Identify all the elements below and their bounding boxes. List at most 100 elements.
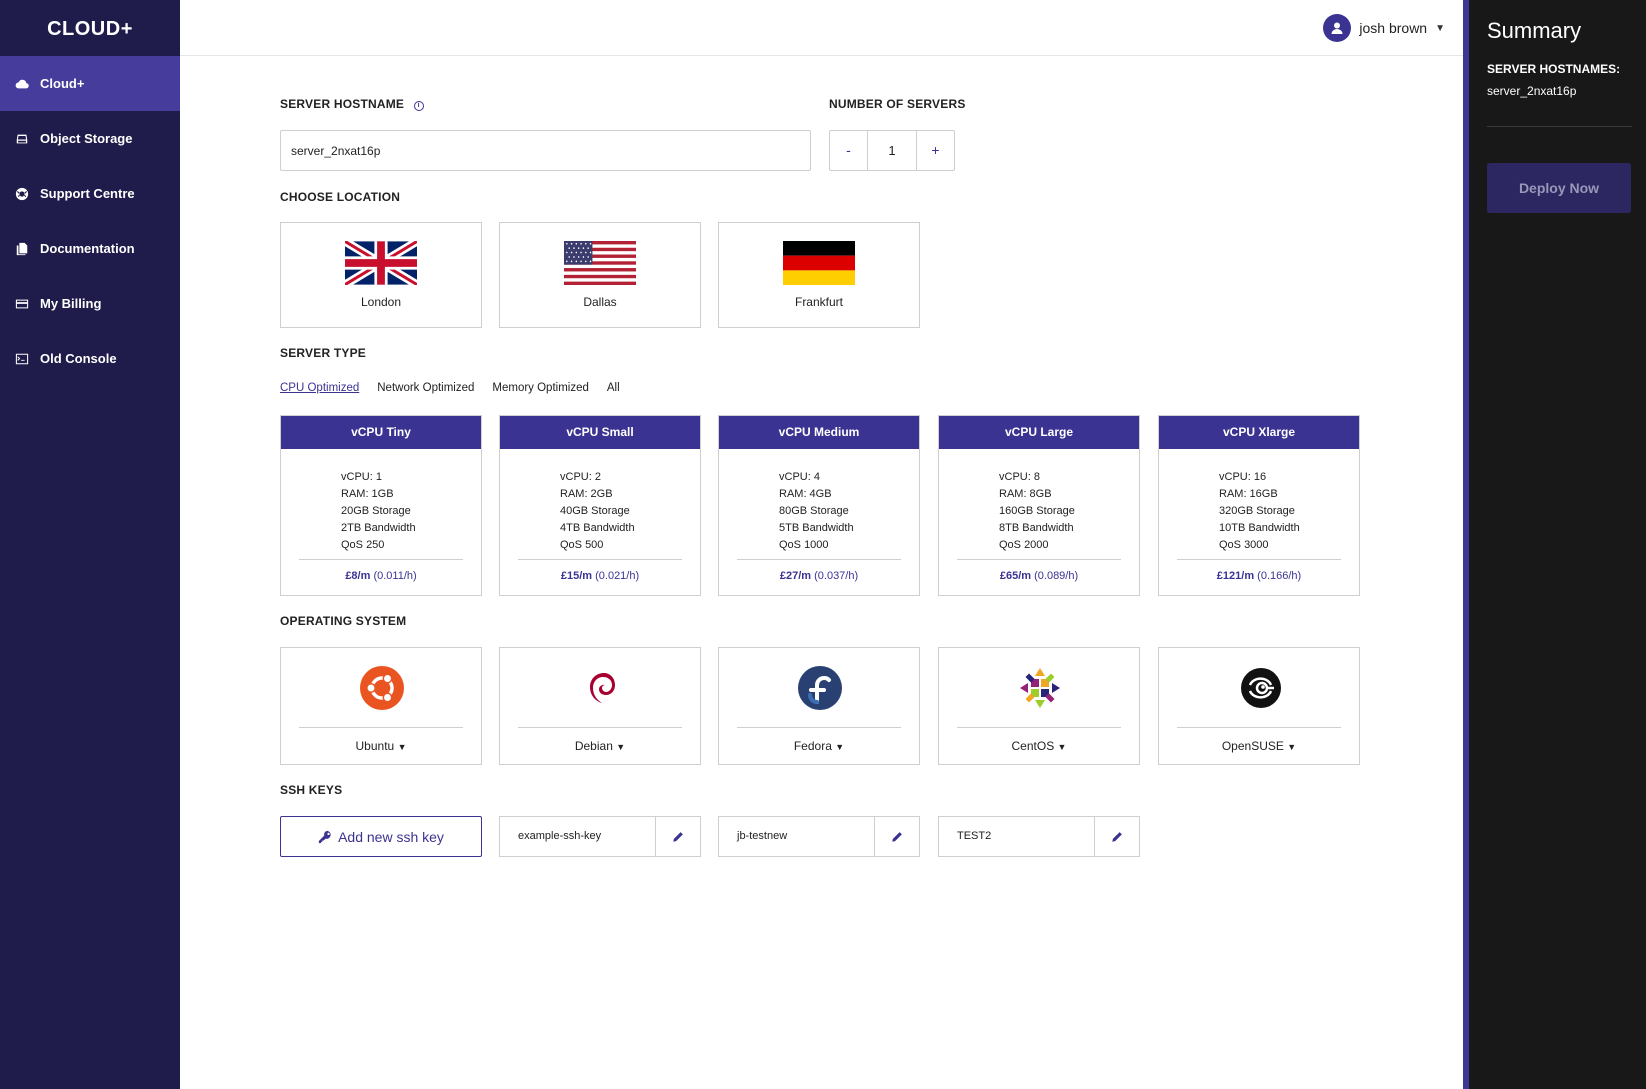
server-type-card-small[interactable]: vCPU Small vCPU: 2 RAM: 2GB 40GB Storage…	[499, 415, 701, 596]
key-icon	[318, 830, 331, 843]
edit-ssh-key-button[interactable]	[655, 817, 700, 856]
os-card-debian[interactable]: Debian ▼	[499, 647, 701, 765]
ssh-key-item[interactable]: TEST2	[938, 816, 1140, 857]
hostname-label-text: SERVER HOSTNAME	[280, 97, 405, 111]
divider	[737, 727, 901, 728]
sidebar-item-label: Documentation	[40, 241, 135, 256]
server-specs: vCPU: 4 RAM: 4GB 80GB Storage 5TB Bandwi…	[719, 449, 919, 554]
avatar	[1323, 14, 1352, 42]
server-type-name: vCPU Large	[939, 416, 1139, 449]
spec-line: 8TB Bandwidth	[999, 522, 1074, 534]
storage-icon	[12, 129, 32, 149]
price-hourly: (0.037/h)	[814, 570, 859, 582]
os-label: OPERATING SYSTEM	[280, 614, 407, 628]
sidebar-item-documentation[interactable]: Documentation	[0, 221, 180, 276]
spec-line: QoS 500	[560, 539, 604, 551]
info-icon[interactable]: i	[413, 101, 424, 111]
server-price: £27/m (0.037/h)	[719, 570, 919, 582]
user-icon	[1331, 22, 1343, 34]
os-card-opensuse[interactable]: OpenSUSE ▼	[1158, 647, 1360, 765]
location-card-frankfurt[interactable]: Frankfurt	[718, 222, 920, 328]
uk-flag-icon	[345, 241, 417, 285]
server-type-card-xlarge[interactable]: vCPU Xlarge vCPU: 16 RAM: 16GB 320GB Sto…	[1158, 415, 1360, 596]
server-type-card-large[interactable]: vCPU Large vCPU: 8 RAM: 8GB 160GB Storag…	[938, 415, 1140, 596]
os-selector[interactable]: Debian ▼	[500, 739, 700, 753]
credit-card-icon	[12, 294, 32, 314]
sidebar-item-cloud[interactable]: Cloud+	[0, 56, 180, 111]
divider	[518, 727, 682, 728]
lifebuoy-icon	[12, 184, 32, 204]
edit-ssh-key-button[interactable]	[1094, 817, 1139, 856]
os-selector[interactable]: Ubuntu ▼	[281, 739, 481, 753]
os-card-centos[interactable]: CentOS ▼	[938, 647, 1140, 765]
spec-line: QoS 2000	[999, 539, 1049, 551]
brand-logo[interactable]: CLOUD+	[0, 0, 180, 56]
add-ssh-key-button[interactable]: Add new ssh key	[280, 816, 482, 857]
tab-memory-optimized[interactable]: Memory Optimized	[492, 382, 589, 394]
sidebar-item-my-billing[interactable]: My Billing	[0, 276, 180, 331]
sidebar-item-old-console[interactable]: Old Console	[0, 331, 180, 386]
documents-icon	[12, 239, 32, 259]
location-card-dallas[interactable]: Dallas	[499, 222, 701, 328]
increment-button[interactable]: +	[917, 131, 954, 170]
ssh-key-item[interactable]: jb-testnew	[718, 816, 920, 857]
divider	[1177, 559, 1341, 560]
spec-line: vCPU: 16	[1219, 471, 1267, 483]
add-ssh-key-label: Add new ssh key	[338, 828, 444, 845]
spec-line: 80GB Storage	[779, 505, 849, 517]
server-type-name: vCPU Medium	[719, 416, 919, 449]
divider	[957, 559, 1121, 560]
decrement-button[interactable]: -	[830, 131, 867, 170]
os-name: Ubuntu	[355, 739, 395, 753]
spec-line: vCPU: 2	[560, 471, 601, 483]
server-count-stepper: - 1 +	[829, 130, 955, 171]
spec-line: vCPU: 8	[999, 471, 1040, 483]
divider	[1487, 126, 1632, 127]
sidebar-item-support-centre[interactable]: Support Centre	[0, 166, 180, 221]
price-monthly: £8/m	[345, 570, 371, 582]
spec-line: RAM: 8GB	[999, 488, 1052, 500]
tab-cpu-optimized[interactable]: CPU Optimized	[280, 382, 359, 394]
chevron-down-icon: ▼	[1057, 742, 1067, 752]
spec-line: RAM: 16GB	[1219, 488, 1278, 500]
os-card-ubuntu[interactable]: Ubuntu ▼	[280, 647, 482, 765]
price-hourly: (0.021/h)	[595, 570, 640, 582]
tab-all[interactable]: All	[607, 382, 620, 394]
chevron-down-icon: ▼	[616, 742, 626, 752]
fedora-logo-icon	[798, 666, 842, 710]
os-selector[interactable]: Fedora ▼	[719, 739, 919, 753]
user-menu[interactable]: josh brown ▼	[1323, 14, 1445, 42]
ssh-keys-label: SSH KEYS	[280, 783, 343, 797]
divider	[299, 559, 463, 560]
pencil-icon	[1112, 831, 1122, 842]
tab-network-optimized[interactable]: Network Optimized	[377, 382, 474, 394]
server-count-value[interactable]: 1	[867, 131, 917, 170]
pencil-icon	[673, 831, 683, 842]
sidebar-item-label: Support Centre	[40, 186, 135, 201]
summary-panel: Summary SERVER HOSTNAMES: server_2nxat16…	[1463, 0, 1646, 1089]
ssh-key-item[interactable]: example-ssh-key	[499, 816, 701, 857]
chevron-down-icon: ▼	[1435, 22, 1445, 34]
spec-line: RAM: 2GB	[560, 488, 613, 500]
server-type-name: vCPU Tiny	[281, 416, 481, 449]
sidebar-item-label: Cloud+	[40, 76, 85, 91]
location-card-london[interactable]: London	[280, 222, 482, 328]
cloud-icon	[12, 74, 32, 94]
sidebar-item-object-storage[interactable]: Object Storage	[0, 111, 180, 166]
os-selector[interactable]: OpenSUSE ▼	[1159, 739, 1359, 753]
price-monthly: £15/m	[560, 570, 593, 582]
ssh-key-name: TEST2	[957, 830, 992, 842]
chevron-down-icon: ▼	[1287, 742, 1297, 752]
spec-line: RAM: 4GB	[779, 488, 832, 500]
server-type-card-medium[interactable]: vCPU Medium vCPU: 4 RAM: 4GB 80GB Storag…	[718, 415, 920, 596]
deploy-now-button[interactable]: Deploy Now	[1487, 163, 1631, 213]
edit-ssh-key-button[interactable]	[874, 817, 919, 856]
hostname-input[interactable]	[280, 130, 811, 171]
os-card-fedora[interactable]: Fedora ▼	[718, 647, 920, 765]
location-name: Dallas	[583, 295, 617, 309]
chevron-down-icon: ▼	[397, 742, 407, 752]
server-type-card-tiny[interactable]: vCPU Tiny vCPU: 1 RAM: 1GB 20GB Storage …	[280, 415, 482, 596]
price-monthly: £27/m	[779, 570, 812, 582]
price-monthly: £65/m	[999, 570, 1032, 582]
os-selector[interactable]: CentOS ▼	[939, 739, 1139, 753]
